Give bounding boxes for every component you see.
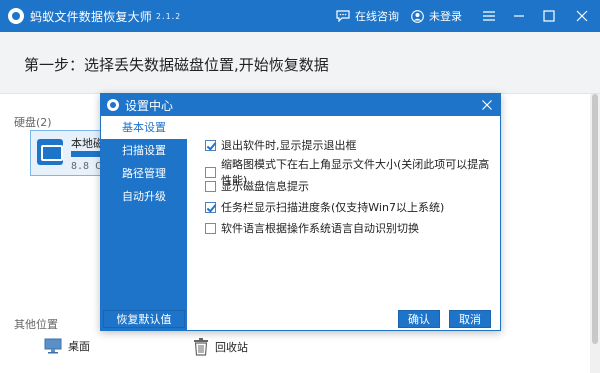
close-icon (576, 10, 588, 22)
option-checkbox[interactable] (205, 180, 216, 192)
app-title: 蚂蚁文件数据恢复大师 (30, 9, 153, 24)
nav-item-auto-update[interactable]: 自动升级 (101, 185, 187, 208)
step-header: 第一步：选择丢失数据磁盘位置,开始恢复数据 (0, 32, 600, 94)
monitor-icon (44, 338, 62, 354)
login-link[interactable]: 未登录 (411, 8, 462, 24)
main-scrollbar[interactable] (590, 94, 600, 373)
close-icon (482, 100, 492, 110)
option-checkbox[interactable] (205, 201, 216, 213)
minimize-button[interactable] (504, 0, 534, 32)
dialog-logo-icon (107, 99, 119, 111)
online-consult-link[interactable]: 在线咨询 (336, 8, 399, 24)
option-label: 任务栏显示扫描进度条(仅支持Win7以上系统) (221, 201, 445, 214)
dialog-close-button[interactable] (478, 96, 496, 114)
online-consult-label: 在线咨询 (355, 10, 399, 23)
option-checkbox[interactable] (205, 222, 216, 234)
menu-button[interactable] (474, 0, 504, 32)
user-icon (411, 9, 424, 23)
nav-item-path-management[interactable]: 路径管理 (101, 162, 187, 185)
scrollbar-thumb[interactable] (592, 94, 598, 344)
other-locations-label: 其他位置 (14, 318, 58, 331)
location-desktop[interactable]: 桌面 (44, 338, 90, 354)
hamburger-icon (483, 11, 495, 21)
disk-usage-fill (71, 151, 103, 157)
close-button[interactable] (564, 0, 600, 32)
option-taskbar-progress[interactable]: 任务栏显示扫描进度条(仅支持Win7以上系统) (205, 199, 444, 215)
restore-default-button[interactable]: 恢复默认值 (103, 310, 185, 328)
nav-item-scan-settings[interactable]: 扫描设置 (101, 139, 187, 162)
option-exit-prompt[interactable]: 退出软件时,显示提示退出框 (205, 137, 357, 153)
dialog-title: 设置中心 (125, 98, 174, 113)
minimize-icon (514, 15, 524, 17)
title-bar: 蚂蚁文件数据恢复大师 2.1.2 在线咨询 未登录 (0, 0, 600, 32)
step-title: 第一步：选择丢失数据磁盘位置,开始恢复数据 (24, 56, 329, 74)
hard-disk-icon (37, 139, 63, 165)
disk-section-label: 硬盘(2) (14, 116, 52, 129)
location-recycle-bin-label: 回收站 (215, 341, 248, 354)
settings-nav: 基本设置 扫描设置 路径管理 自动升级 恢复默认值 (101, 116, 187, 330)
nav-item-basic-settings[interactable]: 基本设置 (101, 116, 187, 139)
settings-dialog: 设置中心 基本设置 扫描设置 路径管理 自动升级 恢复默认值 退出软件时,显示提… (100, 93, 501, 331)
option-label: 显示磁盘信息提示 (221, 180, 309, 193)
option-label: 软件语言根据操作系统语言自动识别切换 (221, 222, 419, 235)
location-desktop-label: 桌面 (68, 340, 90, 353)
option-checkbox[interactable] (205, 166, 216, 178)
app-logo-icon (8, 8, 24, 24)
maximize-icon (543, 10, 555, 22)
option-checkbox[interactable] (205, 139, 216, 151)
cancel-button[interactable]: 取消 (449, 310, 491, 328)
maximize-button[interactable] (534, 0, 564, 32)
location-recycle-bin[interactable]: 回收站 (193, 338, 248, 356)
app-version: 2.1.2 (156, 11, 181, 21)
option-disk-info-tip[interactable]: 显示磁盘信息提示 (205, 178, 309, 194)
option-label: 退出软件时,显示提示退出框 (221, 139, 357, 152)
login-label: 未登录 (429, 10, 462, 23)
chat-icon (336, 10, 350, 22)
ok-button[interactable]: 确认 (398, 310, 440, 328)
disk-size: 8.8 C (71, 161, 102, 172)
trash-icon (194, 338, 208, 356)
dialog-title-bar: 设置中心 (101, 94, 500, 116)
option-auto-language[interactable]: 软件语言根据操作系统语言自动识别切换 (205, 220, 419, 236)
